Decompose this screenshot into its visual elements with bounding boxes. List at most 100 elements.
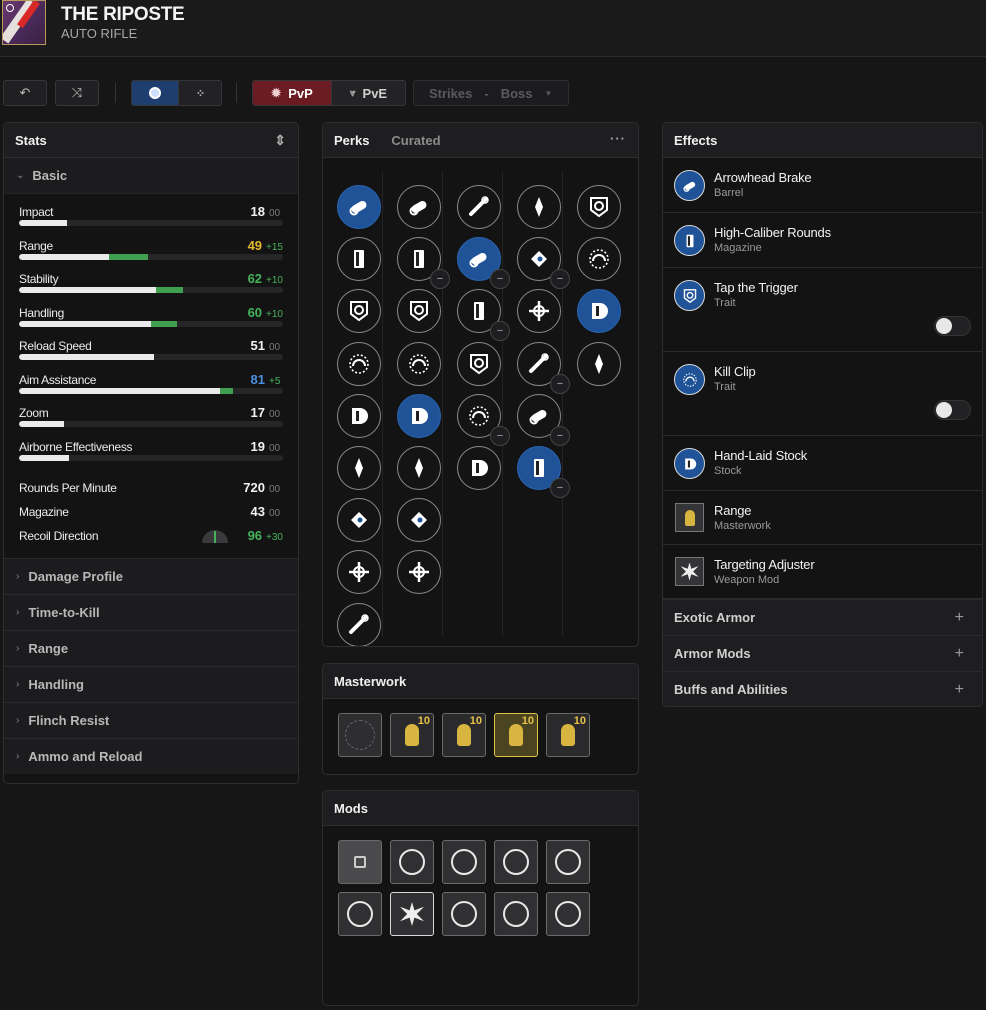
pve-label: PvE <box>362 85 388 101</box>
chevron-right-icon: › <box>16 715 20 726</box>
activity-dropdown[interactable]: Strikes - Boss ▼ <box>413 80 569 106</box>
plus-icon[interactable]: + <box>955 681 964 699</box>
stat-label: Airborne Effectiveness <box>19 439 133 454</box>
view-grid-button[interactable]: ⁘ <box>178 81 221 105</box>
dots-plus-mod-icon[interactable] <box>442 840 486 884</box>
crosshair-mod-icon[interactable] <box>546 840 590 884</box>
diamond-mod-icon[interactable] <box>494 840 538 884</box>
stat-label: Rounds Per Minute <box>19 481 117 495</box>
crossed-blade-icon[interactable] <box>517 289 561 334</box>
stat-section-damage-profile[interactable]: › Damage Profile <box>4 558 298 594</box>
chevron-right-icon: › <box>16 571 20 582</box>
polygonal-rifling-icon[interactable] <box>337 550 381 595</box>
hand-laid-stock-icon[interactable] <box>577 289 621 334</box>
radar-dome-icon[interactable] <box>517 185 561 229</box>
flared-magwell-icon[interactable] <box>397 341 441 386</box>
effect-type: Weapon Mod <box>714 574 780 586</box>
stat-bar-base <box>19 253 109 260</box>
extended-mag-icon[interactable] <box>397 289 441 334</box>
smallbore-icon[interactable] <box>337 602 381 646</box>
masterwork-panel: Masterwork 10 10 10 10 <box>322 663 639 775</box>
stat-value: 43 00 <box>251 504 283 519</box>
hammer-forged-rifling-icon[interactable] <box>337 498 381 543</box>
shield-target-icon[interactable] <box>457 185 501 229</box>
effect-section-exotic-armor[interactable]: Exotic Armor + <box>663 599 982 635</box>
stat-section-label: Range <box>28 641 69 656</box>
stat-number: 81 <box>250 371 265 387</box>
crucible-icon: ✹ <box>271 86 282 100</box>
sword-slash-icon[interactable] <box>457 341 501 386</box>
stat-row-range: Range 49 +15 <box>4 234 298 268</box>
weapon-header: THE RIPOSTE AUTO RIFLE <box>0 0 986 57</box>
stock-b-icon[interactable] <box>577 237 621 282</box>
spikes-icon[interactable] <box>457 446 501 490</box>
effect-targeting-adjuster: Targeting Adjuster Weapon Mod <box>663 545 982 599</box>
randomize-button[interactable]: ⤨ <box>55 80 99 106</box>
undo-button[interactable]: ↶ <box>3 80 47 106</box>
empty-slot-icon[interactable] <box>338 713 382 757</box>
alloy-magazine-icon[interactable] <box>397 498 441 543</box>
revolver-mod-icon[interactable] <box>546 892 590 936</box>
pvp-button[interactable]: ✹ PvP <box>253 81 331 105</box>
perks-header: Perks Curated ··· <box>323 123 638 158</box>
stability-masterwork-icon[interactable]: 10 <box>390 713 434 757</box>
chambered-compensator-icon[interactable] <box>337 237 381 282</box>
stat-bar-base <box>19 220 67 226</box>
gauge-mod-icon[interactable] <box>338 892 382 936</box>
effect-toggle[interactable] <box>934 400 971 420</box>
plus-icon[interactable]: + <box>955 645 964 663</box>
stat-bar <box>19 253 283 260</box>
wheel-plus-mod-icon[interactable] <box>442 892 486 936</box>
fluted-barrel-icon[interactable] <box>337 393 381 438</box>
collapse-all-icon[interactable]: ⇕ <box>274 132 286 149</box>
high-caliber-rounds-icon[interactable] <box>397 393 441 438</box>
reload-masterwork-icon[interactable]: 10 <box>546 713 590 757</box>
plus-icon[interactable]: + <box>955 609 964 627</box>
masterwork-title: Masterwork <box>334 673 407 689</box>
extended-barrel-icon[interactable] <box>337 341 381 386</box>
half-circle-mod-icon[interactable] <box>390 840 434 884</box>
stat-section-ammo-and-reload[interactable]: › Ammo and Reload <box>4 738 298 774</box>
stock-a-icon[interactable] <box>577 185 621 229</box>
empty-slot-ring <box>345 720 375 750</box>
masterwork-level: 10 <box>417 715 430 727</box>
arrowhead-brake-icon[interactable] <box>337 185 381 229</box>
stat-value: 51 00 <box>251 338 283 353</box>
empty-mod-socket-icon[interactable] <box>338 840 382 884</box>
stock-c-icon[interactable] <box>577 341 621 386</box>
view-single-button[interactable] <box>132 81 178 105</box>
stat-section-handling[interactable]: › Handling <box>4 666 298 702</box>
stat-number: 49 <box>247 237 263 253</box>
more-horizontal-icon[interactable]: ··· <box>610 131 626 146</box>
effect-type: Magazine <box>714 242 762 254</box>
effect-name: Arrowhead Brake <box>714 170 812 185</box>
basic-stats-label: Basic <box>32 168 68 183</box>
arrowhead-brake-icon <box>674 170 705 201</box>
tab-curated[interactable]: Curated <box>391 133 440 148</box>
corkscrew-rifling-icon[interactable] <box>337 289 381 334</box>
range-masterwork-icon[interactable]: 10 <box>494 713 538 757</box>
stat-label: Recoil Direction <box>19 529 99 543</box>
tactical-mag-icon[interactable] <box>397 550 441 595</box>
effect-section-buffs-and-abilities[interactable]: Buffs and Abilities + <box>663 671 982 706</box>
full-bore-icon[interactable] <box>337 446 381 490</box>
appended-mag-icon[interactable] <box>397 185 441 229</box>
perk-columns: − − − − − − − − <box>323 159 638 646</box>
effect-toggle[interactable] <box>934 316 971 336</box>
handling-masterwork-icon[interactable]: 10 <box>442 713 486 757</box>
effect-name: Tap the Trigger <box>714 280 798 295</box>
targeting-adjuster-icon[interactable] <box>390 892 434 936</box>
stat-section-time-to-kill[interactable]: › Time-to-Kill <box>4 594 298 630</box>
vanguard-icon: ⩔ <box>349 87 356 99</box>
basic-stats-toggle[interactable]: ⌄ Basic <box>4 158 298 194</box>
stat-label: Stability <box>19 272 59 286</box>
stat-bar <box>19 287 283 293</box>
stat-section-flinch-resist[interactable]: › Flinch Resist <box>4 702 298 738</box>
tab-perks[interactable]: Perks <box>334 133 369 148</box>
stat-bar <box>19 454 283 461</box>
pve-button[interactable]: ⩔ PvE <box>331 81 405 105</box>
stat-section-range[interactable]: › Range <box>4 630 298 666</box>
effect-section-armor-mods[interactable]: Armor Mods + <box>663 635 982 671</box>
armor-piercing-rounds-icon[interactable] <box>397 446 441 490</box>
hex-target-mod-icon[interactable] <box>494 892 538 936</box>
